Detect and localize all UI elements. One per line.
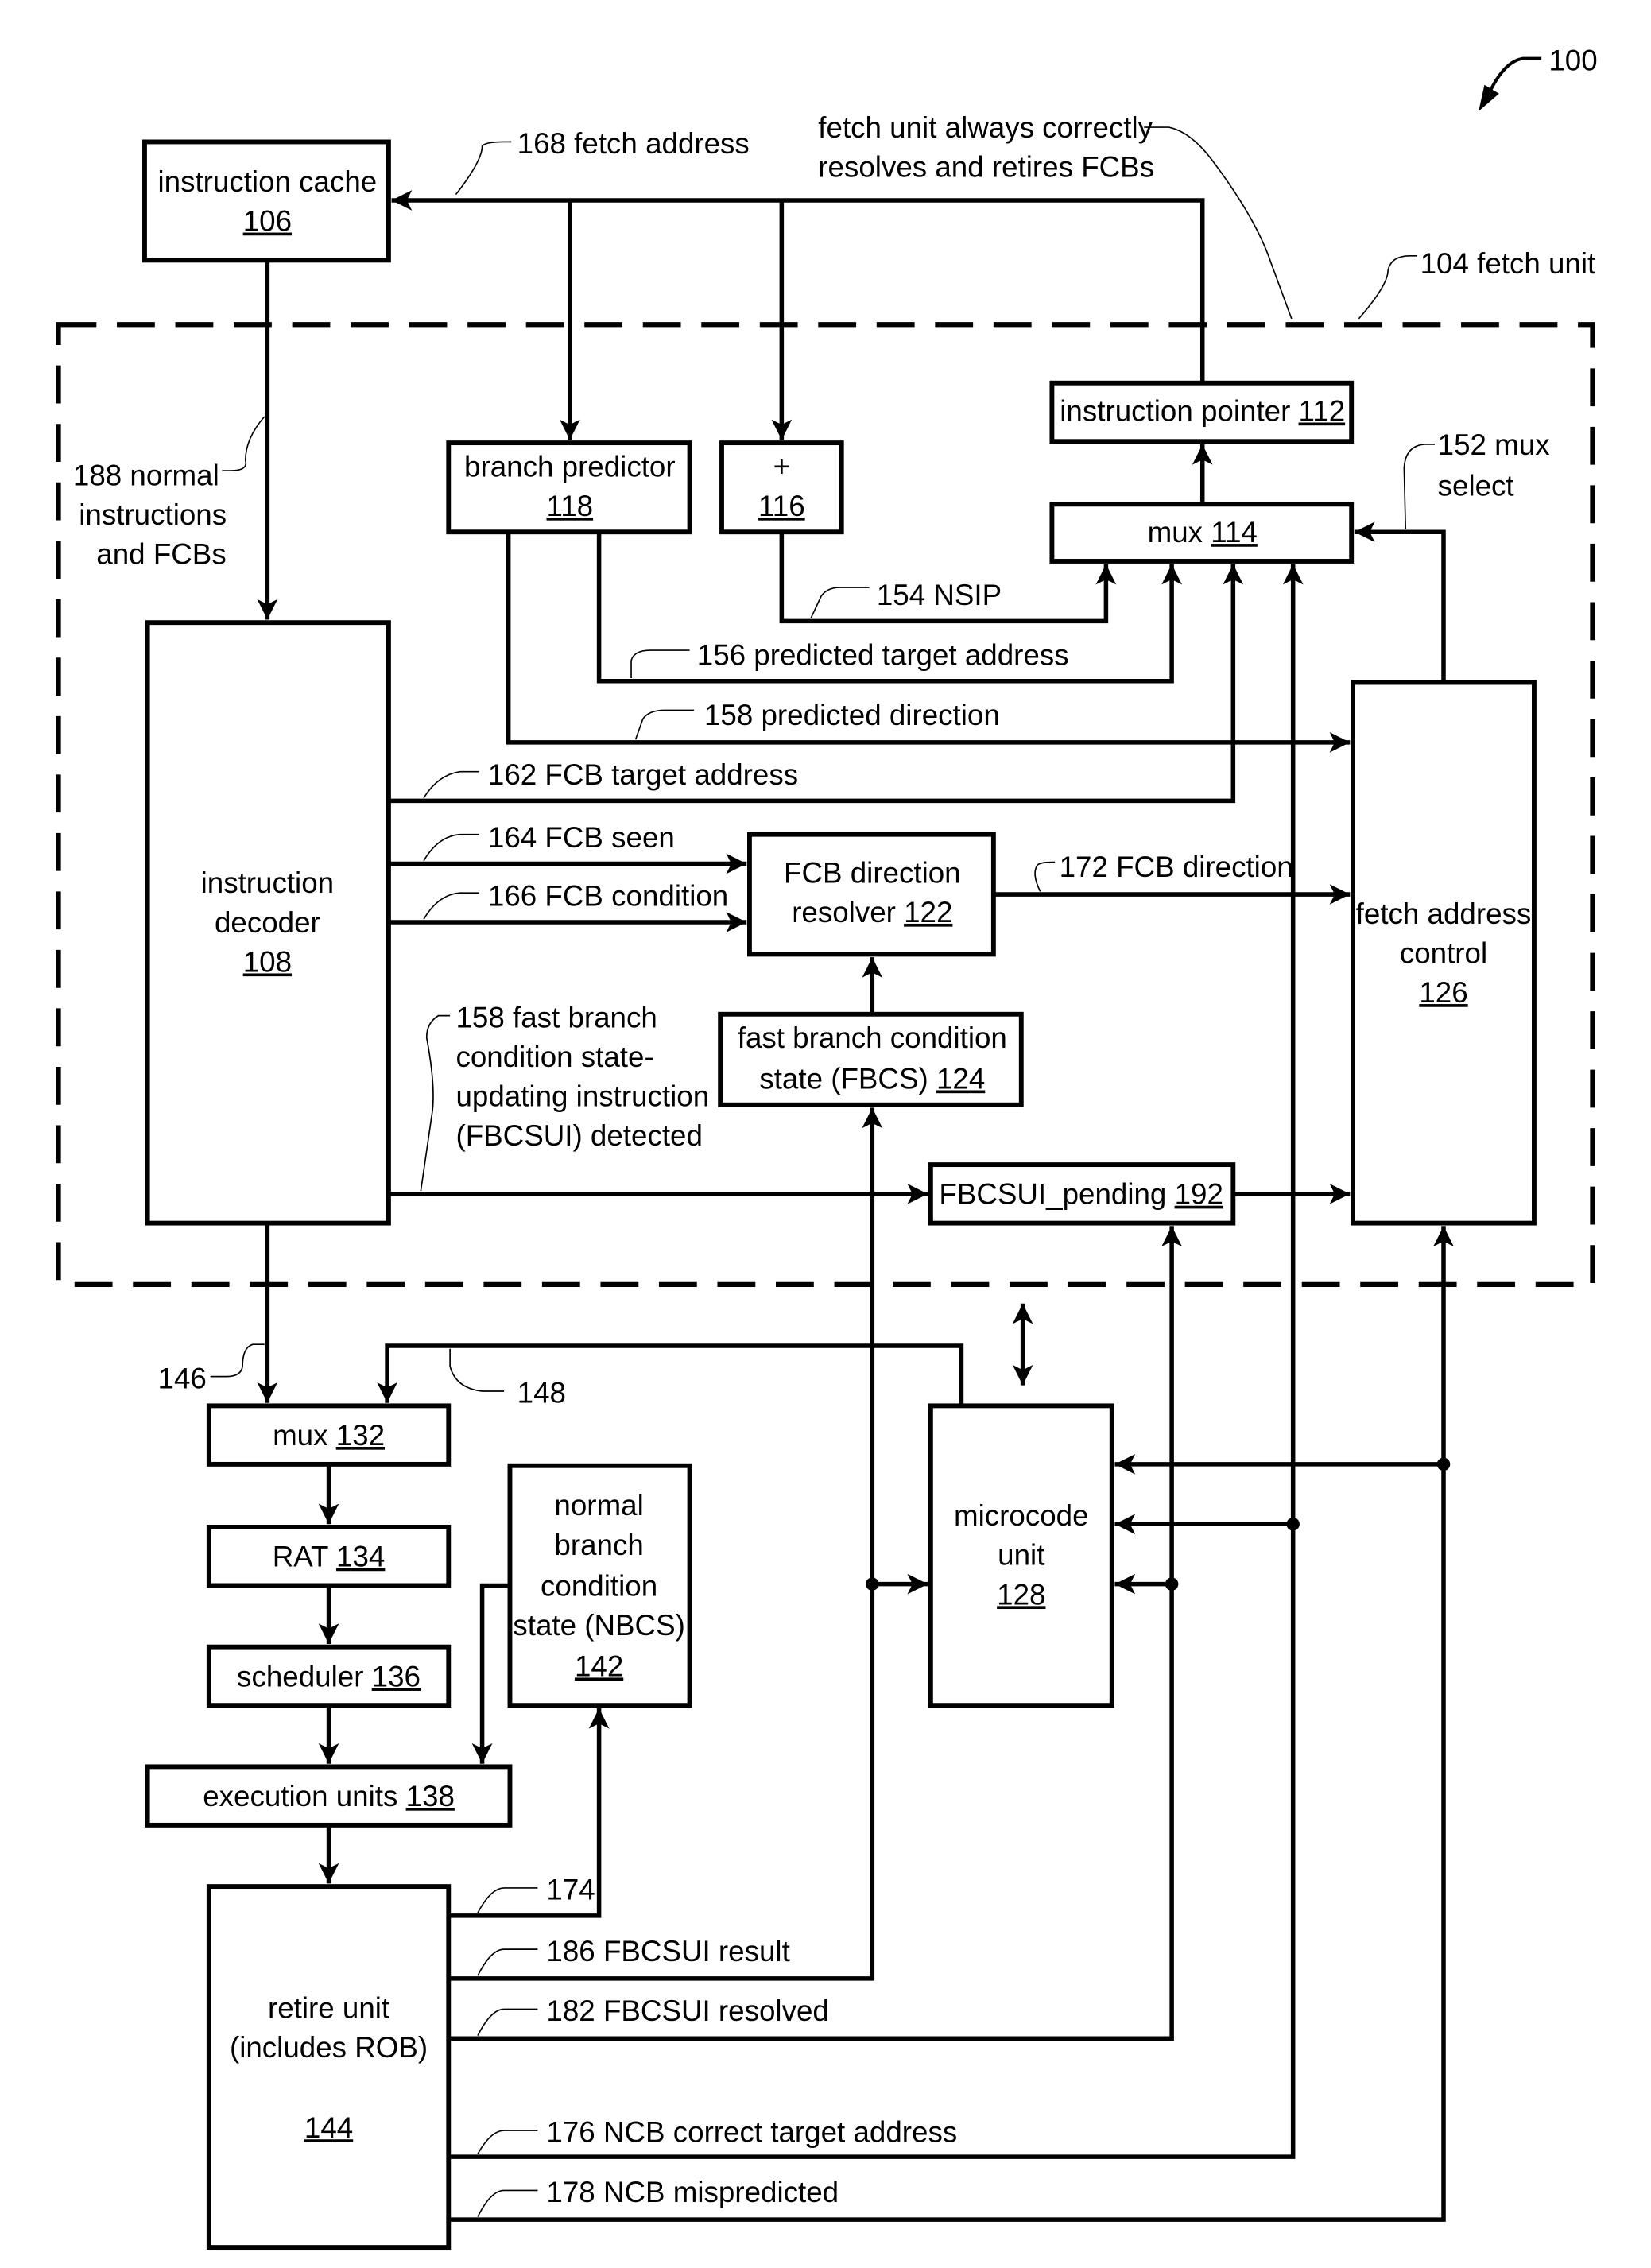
fbcsui-pending-block: FBCSUI_pending 192 [928,1162,1236,1226]
svg-text:resolver 122: resolver 122 [792,896,952,929]
signal-154-label: 154 NSIP [877,579,1002,611]
svg-text:RAT 134: RAT 134 [273,1541,386,1573]
svg-text:instruction cache: instruction cache [157,165,377,198]
svg-text:106: 106 [243,205,292,238]
fcb-direction-resolver-block: FCB direction resolver 122 [746,832,996,957]
signal-158-fbcsui-label-4: (FBCSUI) detected [455,1119,702,1152]
signal-186-label: 186 FBCSUI result [546,1935,789,1968]
svg-text:instruction: instruction [201,866,334,899]
signal-158-fbcsui-label-1: 158 fast branch [455,1001,657,1033]
note-line-2: resolves and retires FCBs [818,151,1154,184]
svg-text:microcode: microcode [954,1499,1089,1532]
execution-units-block: execution units 138 [145,1764,513,1828]
adder-block: + 116 [719,440,844,535]
signal-188-label-3: and FCBs [96,538,226,571]
signal-168-label: 168 fetch address [517,127,750,160]
svg-text:decoder: decoder [215,906,320,939]
mux-114-block: mux 114 [1049,502,1355,564]
signal-178-label: 178 NCB mispredicted [546,2176,839,2208]
signal-182-label: 182 FBCSUI resolved [546,1995,828,2027]
signal-148-label: 148 [517,1377,566,1409]
svg-text:108: 108 [243,945,292,978]
fbcs-block: fast branch condition state (FBCS) 124 [718,1011,1024,1107]
svg-text:condition: condition [541,1569,657,1602]
signal-158-fbcsui-label-2: condition state- [455,1041,653,1073]
svg-text:unit: unit [998,1539,1044,1572]
svg-text:retire unit: retire unit [268,1992,389,2025]
fetch-address-control-block: fetch address control 126 [1351,680,1537,1226]
signal-172-label: 172 FCB direction [1060,851,1293,883]
svg-text:142: 142 [575,1650,623,1682]
instruction-decoder-block: instruction decoder 108 [145,620,391,1226]
svg-text:instruction pointer 112: instruction pointer 112 [1060,395,1345,428]
svg-text:mux 114: mux 114 [1148,516,1258,549]
note-line-1: fetch unit always correctly [818,111,1153,144]
signal-188-label-2: instructions [79,498,227,531]
signal-148-wire [377,1343,964,1406]
signal-164-label: 164 FCB seen [488,821,675,854]
svg-text:128: 128 [997,1578,1045,1611]
microcode-unit-block: microcode unit 128 [928,1403,1114,1708]
svg-text:mux 132: mux 132 [273,1419,385,1452]
svg-text:fetch address: fetch address [1356,898,1532,930]
signal-188-label-1: 188 normal [73,459,219,491]
svg-text:144: 144 [304,2111,353,2144]
svg-text:state (NBCS): state (NBCS) [513,1609,684,1642]
rat-block: RAT 134 [206,1524,452,1588]
svg-text:+: + [773,450,790,483]
svg-text:control: control [1400,936,1487,969]
svg-text:normal: normal [554,1489,643,1522]
signal-152-label-2: select [1438,469,1514,502]
signal-166-label: 166 FCB condition [488,880,728,913]
mux-132-block: mux 132 [206,1403,452,1467]
signal-152-wire [1354,521,1446,683]
svg-text:126: 126 [1419,976,1467,1009]
retire-unit-block: retire unit (includes ROB) 144 [206,1884,452,2251]
signal-162-label: 162 FCB target address [488,758,798,791]
svg-text:execution units 138: execution units 138 [203,1780,455,1812]
signal-146-label: 146 [158,1362,207,1394]
svg-text:(includes ROB): (includes ROB) [230,2031,428,2064]
nbcs-block: normal branch condition state (NBCS) 142 [507,1463,692,1708]
svg-text:116: 116 [758,490,805,522]
svg-text:FCB direction: FCB direction [784,856,961,889]
processor-block-diagram: 100 104 fetch unit fetch unit always cor… [56,44,1598,2251]
fetch-address-bus [391,190,1205,383]
figure-number: 100 [1548,44,1597,76]
instruction-cache-block: instruction cache 106 [142,139,391,263]
signal-156-label: 156 predicted target address [697,638,1069,671]
signal-158-fbcsui-label-3: updating instruction [455,1080,709,1113]
svg-text:branch predictor: branch predictor [464,450,676,483]
fetch-unit-label: 104 fetch unit [1420,247,1596,280]
svg-text:FBCSUI_pending 192: FBCSUI_pending 192 [939,1178,1223,1211]
signal-158-label: 158 predicted direction [704,699,1000,731]
svg-text:118: 118 [547,490,594,522]
instruction-pointer-block: instruction pointer 112 [1049,380,1355,444]
svg-text:fast branch condition: fast branch condition [738,1022,1007,1054]
svg-text:state (FBCS) 124: state (FBCS) 124 [759,1063,985,1095]
figure-number-callout: 100 [1479,44,1598,111]
svg-text:scheduler 136: scheduler 136 [237,1660,421,1692]
branch-predictor-block: branch predictor 118 [446,440,692,535]
signal-176-label: 176 NCB correct target address [546,2116,957,2149]
scheduler-block: scheduler 136 [206,1644,452,1708]
signal-174-label: 174 [546,1874,595,1906]
svg-text:branch: branch [554,1529,643,1561]
signal-152-label-1: 152 mux [1438,428,1550,461]
